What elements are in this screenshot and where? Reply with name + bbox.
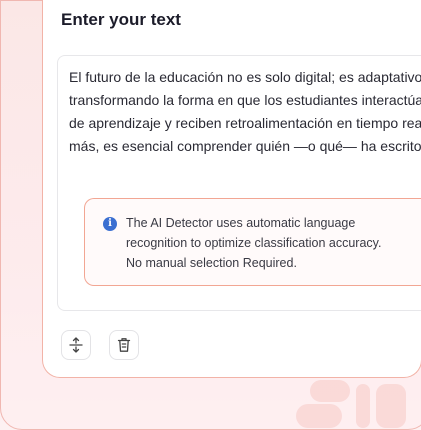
text-input-card: Enter your text El futuro de la educació… bbox=[42, 0, 421, 378]
trash-icon bbox=[117, 338, 131, 352]
info-icon: i bbox=[103, 217, 117, 231]
decorative-shape bbox=[356, 384, 370, 428]
delete-button[interactable] bbox=[109, 330, 139, 360]
language-detection-notice: i The AI Detector uses automatic languag… bbox=[84, 198, 421, 286]
text-line: de aprendizaje y reciben retroalimentaci… bbox=[69, 115, 421, 131]
notice-line: The AI Detector uses automatic language bbox=[126, 216, 356, 230]
text-line: transformando la forma en que los estudi… bbox=[69, 92, 421, 108]
text-line: El futuro de la educación no es solo dig… bbox=[69, 69, 421, 85]
text-line: más, es esencial comprender quién —o qué… bbox=[69, 138, 421, 154]
decorative-shape bbox=[376, 384, 406, 428]
decorative-shape bbox=[310, 380, 350, 402]
card-title: Enter your text bbox=[61, 10, 181, 29]
notice-line: recognition to optimize classification a… bbox=[126, 236, 382, 250]
decorative-shape bbox=[296, 404, 342, 428]
text-input-area[interactable]: El futuro de la educación no es solo dig… bbox=[57, 55, 421, 311]
expand-vertical-icon bbox=[69, 337, 83, 353]
notice-line: No manual selection Required. bbox=[126, 256, 297, 270]
expand-button[interactable] bbox=[61, 330, 91, 360]
